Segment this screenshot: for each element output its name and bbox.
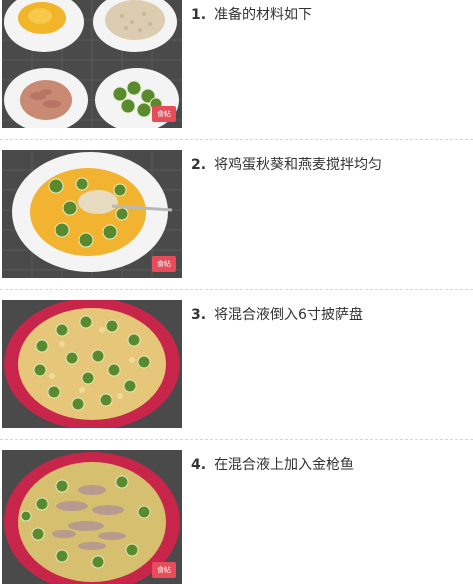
step-4-text-row: 4. 在混合液上加入金枪鱼 (191, 454, 354, 474)
step-1-number: 1. (191, 7, 207, 23)
step-3-number: 3. (191, 307, 207, 323)
divider (0, 439, 473, 440)
step-2-description: 将鸡蛋秋葵和燕麦搅拌均匀 (214, 157, 383, 173)
step-3-text-row: 3. 将混合液倒入6寸披萨盘 (191, 304, 363, 324)
step-4-photo: 食帖 (2, 450, 182, 584)
step-2-photo: 食帖 (2, 150, 182, 278)
step-2-number: 2. (191, 157, 207, 173)
pizza-pan-image (2, 300, 182, 428)
step-1-photo: 食帖 (2, 0, 182, 128)
step-1-text-row: 1. 准备的材料如下 (191, 4, 312, 24)
divider (0, 289, 473, 290)
step-3-photo (2, 300, 182, 428)
step-1-description: 准备的材料如下 (214, 7, 313, 23)
divider (0, 139, 473, 140)
step-4-description: 在混合液上加入金枪鱼 (214, 457, 355, 473)
watermark-logo: 食帖 (152, 562, 176, 578)
step-4-number: 4. (191, 457, 207, 473)
watermark-logo: 食帖 (152, 106, 176, 122)
step-3-description: 将混合液倒入6寸披萨盘 (214, 307, 363, 323)
watermark-logo: 食帖 (152, 256, 176, 272)
step-2-text-row: 2. 将鸡蛋秋葵和燕麦搅拌均匀 (191, 154, 382, 174)
